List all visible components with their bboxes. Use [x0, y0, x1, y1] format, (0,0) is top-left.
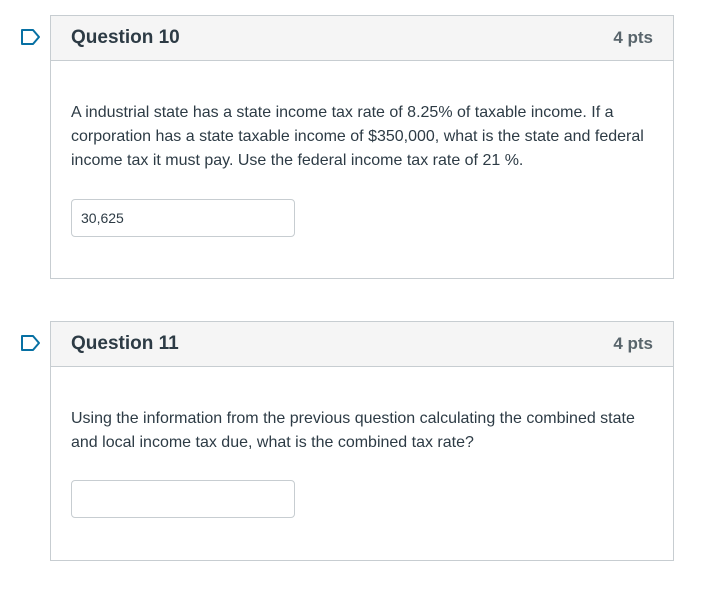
question-text: Using the information from the previous … [71, 410, 635, 451]
question-body: Using the information from the previous … [51, 367, 673, 518]
flag-question-icon[interactable] [20, 28, 42, 46]
question-text: A industrial state has a state income ta… [71, 104, 644, 169]
answer-input[interactable] [71, 199, 295, 237]
question-header: Question 11 4 pts [51, 322, 673, 367]
question-points: 4 pts [613, 334, 653, 353]
question-11-card: Question 11 4 pts Using the information … [50, 321, 674, 561]
question-body: A industrial state has a state income ta… [51, 61, 673, 237]
question-10-card: Question 10 4 pts A industrial state has… [50, 15, 674, 279]
question-title: Question 10 [71, 27, 180, 48]
flag-question-icon[interactable] [20, 334, 42, 352]
question-header: Question 10 4 pts [51, 16, 673, 61]
answer-input[interactable] [71, 480, 295, 518]
question-title: Question 11 [71, 333, 179, 354]
question-points: 4 pts [613, 28, 653, 47]
